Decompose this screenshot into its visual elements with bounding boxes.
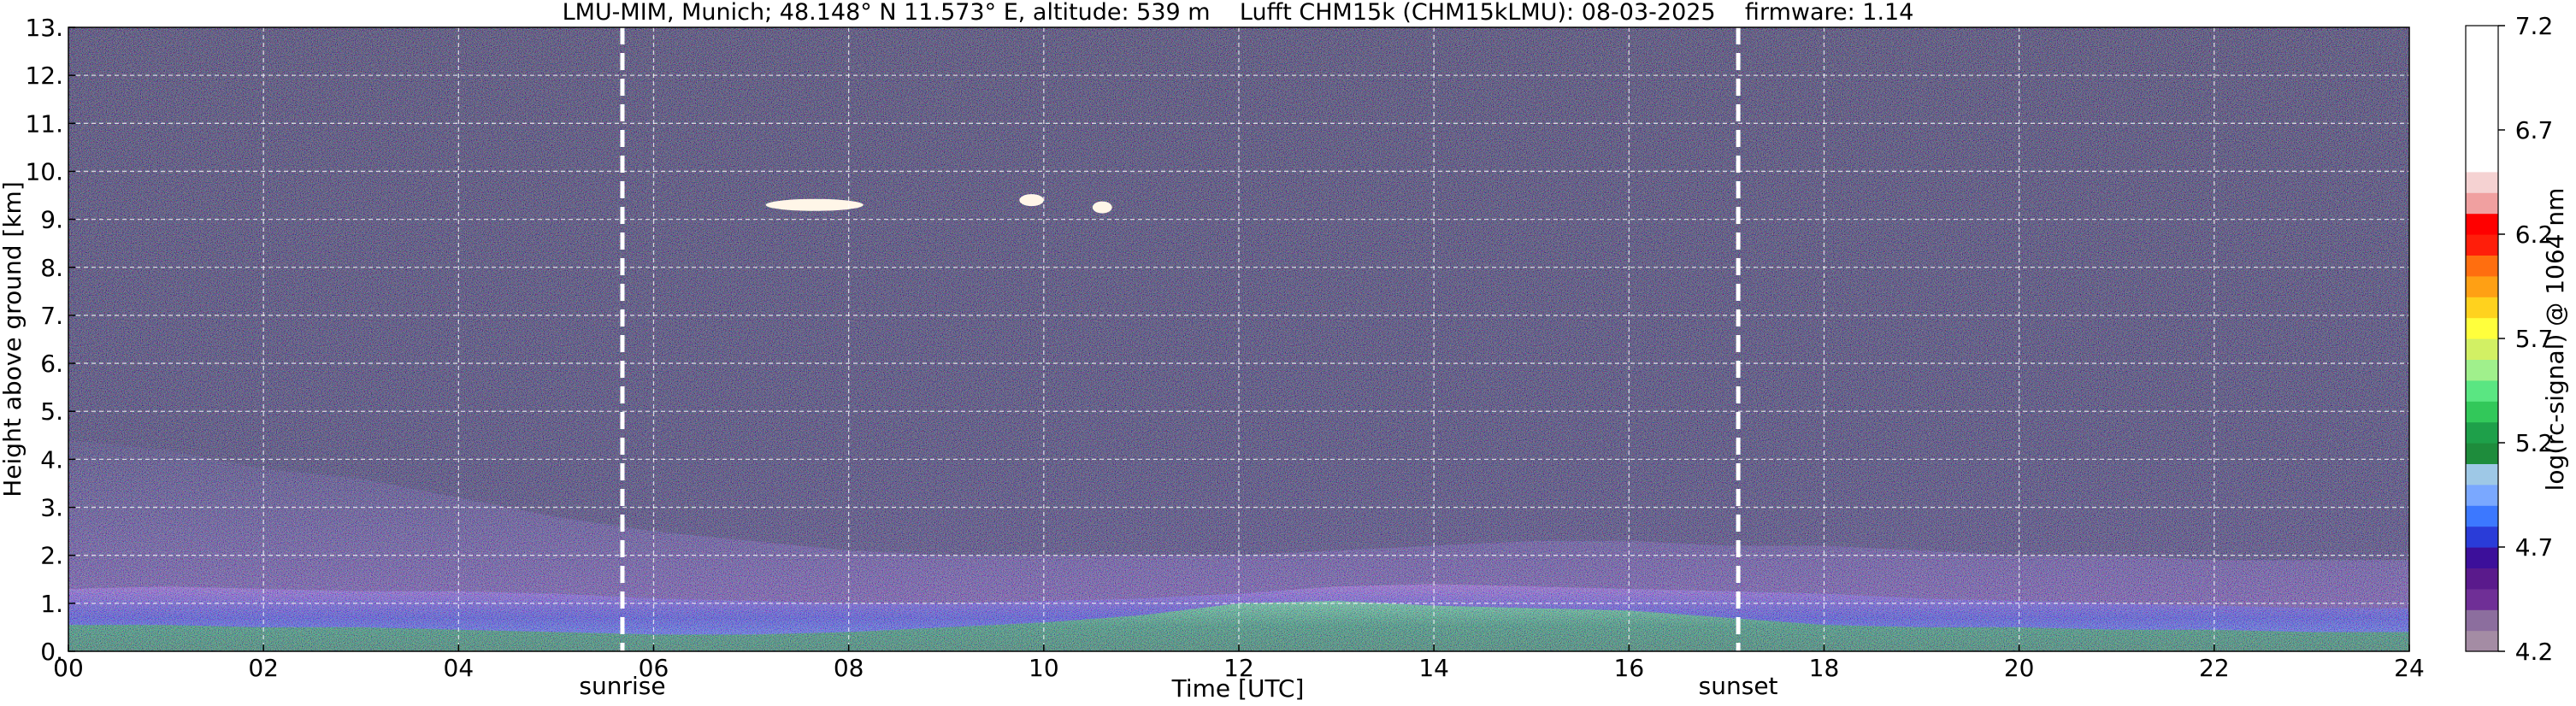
colorbar-swatch bbox=[2466, 46, 2498, 68]
colorbar-swatch bbox=[2466, 130, 2498, 151]
colorbar-tick-label: 6.7 bbox=[2515, 116, 2554, 144]
x-tick-label: 02 bbox=[248, 654, 279, 682]
colorbar bbox=[2465, 25, 2499, 652]
colorbar-swatch bbox=[2466, 484, 2498, 506]
y-tick-label: 1. bbox=[40, 590, 63, 618]
y-axis-label: Height above ground [km] bbox=[0, 181, 27, 497]
y-tick-label: 10. bbox=[25, 157, 63, 185]
colorbar-swatch bbox=[2466, 505, 2498, 527]
y-tick-label: 4. bbox=[40, 445, 63, 474]
x-tick-label: 16 bbox=[1614, 654, 1645, 682]
x-tick-label: 04 bbox=[444, 654, 475, 682]
colorbar-swatch bbox=[2466, 547, 2498, 568]
x-tick-label: 14 bbox=[1418, 654, 1449, 682]
x-axis-label: Time [UTC] bbox=[1171, 674, 1305, 703]
colorbar-swatch bbox=[2466, 379, 2498, 402]
colorbar-swatch bbox=[2466, 526, 2498, 548]
colorbar-swatch bbox=[2466, 234, 2498, 256]
y-tick-label: 6. bbox=[40, 350, 63, 378]
colorbar-swatch bbox=[2466, 317, 2498, 339]
colorbar-swatch bbox=[2466, 213, 2498, 235]
colorbar-swatch bbox=[2466, 88, 2498, 110]
sunset-label: sunset bbox=[1699, 672, 1778, 700]
colorbar-swatch bbox=[2466, 443, 2498, 464]
x-tick-label: 10 bbox=[1029, 654, 1059, 682]
y-tick-label: 11. bbox=[25, 109, 63, 138]
x-tick-label: 18 bbox=[1809, 654, 1840, 682]
y-tick-label: 5. bbox=[40, 397, 63, 426]
y-tick-label: 7. bbox=[40, 302, 63, 330]
colorbar-swatch bbox=[2466, 568, 2498, 590]
colorbar-swatch bbox=[2466, 359, 2498, 381]
y-tick-label: 9. bbox=[40, 206, 63, 234]
y-tick-label: 3. bbox=[40, 494, 63, 522]
x-tick-label: 20 bbox=[2004, 654, 2035, 682]
colorbar-swatch bbox=[2466, 26, 2498, 47]
y-axis-ticks: 0. 1. 2. 3. 4. 5. 6. 7. 8. 9. 10. 11. 12. 13. bbox=[25, 14, 75, 666]
colorbar-swatch bbox=[2466, 588, 2498, 610]
colorbar-swatch bbox=[2466, 275, 2498, 297]
y-tick-label: 8. bbox=[40, 254, 63, 282]
chart-svg: sunrise sunset00 02 04 06 08 10 12 14 16 18 20 22 24 … bbox=[0, 0, 2569, 703]
colorbar-tick-label: 7.2 bbox=[2515, 12, 2554, 40]
colorbar-swatch bbox=[2466, 338, 2498, 360]
x-tick-label: 08 bbox=[834, 654, 864, 682]
x-tick-label: 22 bbox=[2199, 654, 2230, 682]
y-tick-label: 0. bbox=[40, 638, 63, 666]
y-tick-label: 13. bbox=[25, 14, 63, 42]
colorbar-swatch bbox=[2466, 255, 2498, 277]
colorbar-swatch bbox=[2466, 109, 2498, 131]
cloud-echo bbox=[1019, 194, 1044, 207]
x-tick-label: 06 bbox=[639, 654, 669, 682]
colorbar-label: log(rc-signal) @ 1064 nm bbox=[2541, 188, 2569, 491]
colorbar-swatch bbox=[2466, 150, 2498, 173]
colorbar-swatch bbox=[2466, 297, 2498, 319]
colorbar-tick-label: 4.7 bbox=[2515, 533, 2554, 562]
colorbar-swatch bbox=[2466, 630, 2498, 652]
cloud-echo bbox=[1092, 201, 1112, 214]
colorbar-swatch bbox=[2466, 67, 2498, 89]
colorbar-swatch bbox=[2466, 609, 2498, 632]
colorbar-swatch bbox=[2466, 171, 2498, 193]
ceilometer-figure: sunrise sunset 00 02 04 06 08 10 12 14 16 18 20 22 24 … bbox=[0, 0, 2576, 706]
chart-title: LMU-MIM, Munich; 48.148° N 11.573° E, al… bbox=[563, 0, 1914, 26]
colorbar-swatch bbox=[2466, 192, 2498, 215]
colorbar-swatch bbox=[2466, 463, 2498, 485]
x-tick-label: 24 bbox=[2394, 654, 2425, 682]
colorbar-swatch bbox=[2466, 401, 2498, 423]
y-tick-label: 12. bbox=[25, 62, 63, 90]
colorbar-swatch bbox=[2466, 421, 2498, 444]
colorbar-tick-label: 4.2 bbox=[2515, 638, 2554, 666]
y-tick-label: 2. bbox=[40, 542, 63, 570]
